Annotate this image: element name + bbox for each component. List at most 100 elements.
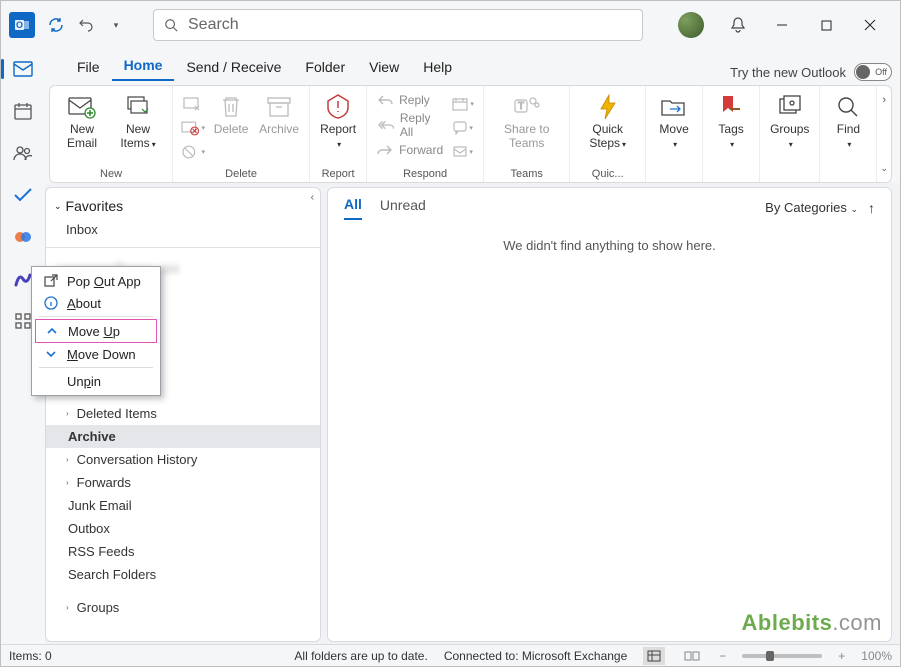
ignore-icon[interactable] [181, 94, 205, 114]
meeting-icon[interactable]: ▾ [451, 94, 475, 114]
view-normal-icon[interactable] [643, 647, 665, 665]
ctx-move-down[interactable]: Move Down [35, 343, 157, 365]
rail-people-icon[interactable] [9, 139, 37, 167]
move-button[interactable]: Move▾ [652, 90, 696, 152]
quick-steps-button[interactable]: Quick Steps▾ [576, 90, 639, 152]
ribbon-group-groups: Groups▾ [760, 86, 820, 182]
archive-button[interactable]: Archive [255, 90, 303, 138]
svg-text:T: T [518, 101, 524, 112]
group-label-new: New [100, 166, 122, 180]
new-items-button[interactable]: New Items▾ [110, 90, 166, 152]
forward-button[interactable]: Forward [373, 142, 447, 158]
info-icon [43, 295, 59, 311]
junk-icon[interactable]: ▾ [181, 142, 205, 162]
ribbon-group-move: Move▾ [646, 86, 703, 182]
user-avatar[interactable] [678, 12, 704, 38]
status-connection: Connected to: Microsoft Exchange [444, 649, 627, 663]
nav-groups[interactable]: ›Groups [46, 596, 320, 619]
ribbon-collapse-icon[interactable]: ⌄ [880, 163, 888, 174]
group-label-quick: Quic... [592, 166, 624, 180]
menu-home[interactable]: Home [112, 51, 175, 81]
im-icon[interactable]: ▾ [451, 118, 475, 138]
reply-all-button[interactable]: Reply All [373, 110, 447, 140]
zoom-in-button[interactable]: + [838, 649, 845, 663]
reply-all-label: Reply All [400, 111, 443, 139]
nav-archive[interactable]: Archive [46, 425, 320, 448]
groups-button[interactable]: Groups▾ [766, 90, 813, 152]
ctx-move-up[interactable]: Move Up [35, 319, 157, 343]
ctx-unpin[interactable]: Unpin [35, 370, 157, 392]
sort-direction-icon[interactable]: ↑ [868, 200, 875, 216]
rail-calendar-icon[interactable] [9, 97, 37, 125]
close-button[interactable] [848, 5, 892, 45]
body-area: ‹ ⌄Favorites Inbox xxxxxxxx@xxxx.xxx ›De… [45, 187, 892, 642]
nav-outbox[interactable]: Outbox [46, 517, 320, 540]
tab-unread[interactable]: Unread [380, 197, 426, 219]
cleanup-icon[interactable]: ▾ [181, 118, 205, 138]
zoom-level[interactable]: 100% [861, 649, 892, 663]
zoom-out-button[interactable]: − [719, 649, 726, 663]
ribbon-group-delete: ▾ ▾ Delete Archive Delete [173, 86, 310, 182]
group-label-respond: Respond [403, 166, 447, 180]
notifications-icon[interactable] [716, 5, 760, 45]
reading-pane: All Unread By Categories ⌄ ↑ We didn't f… [327, 187, 892, 642]
ribbon-container: New Email New Items▾ New ▾ ▾ Delete Arch… [1, 81, 900, 183]
nav-rss[interactable]: RSS Feeds [46, 540, 320, 563]
qat-dropdown-icon[interactable]: ▾ [103, 12, 129, 38]
rail-copilot-icon[interactable] [9, 223, 37, 251]
ribbon-group-find: Find▾ [820, 86, 876, 182]
zoom-slider[interactable] [742, 654, 822, 658]
nav-inbox[interactable]: Inbox [46, 218, 320, 241]
ribbon-group-report: Report▾ Report [310, 86, 367, 182]
favorites-section[interactable]: ⌄Favorites [46, 194, 320, 218]
report-button[interactable]: Report▾ [316, 90, 360, 152]
try-new-outlook-toggle[interactable]: Off [854, 63, 892, 81]
search-placeholder: Search [188, 16, 239, 34]
new-email-button[interactable]: New Email [56, 90, 108, 152]
menu-folder[interactable]: Folder [293, 53, 357, 81]
arrange-by-button[interactable]: By Categories ⌄ [765, 200, 858, 215]
nav-search-folders[interactable]: Search Folders [46, 563, 320, 586]
ribbon-group-teams: T Share to Teams Teams [484, 86, 570, 182]
more-respond-icon[interactable]: ▾ [451, 142, 475, 162]
new-items-label: New Items▾ [114, 122, 162, 150]
tags-label: Tags▾ [718, 122, 743, 150]
menu-help[interactable]: Help [411, 53, 464, 81]
nav-forwards[interactable]: ›Forwards [46, 471, 320, 494]
maximize-button[interactable] [804, 5, 848, 45]
nav-conversation-history[interactable]: ›Conversation History [46, 448, 320, 471]
new-email-label: New Email [60, 122, 104, 150]
search-box[interactable]: Search [153, 9, 643, 41]
rail-mail-icon[interactable] [9, 55, 37, 83]
ribbon-scroll-right-icon[interactable]: › [882, 94, 886, 106]
ribbon-group-new: New Email New Items▾ New [50, 86, 173, 182]
toggle-off-label: Off [875, 67, 887, 77]
menu-file[interactable]: File [65, 53, 112, 81]
delete-button[interactable]: Delete [209, 90, 253, 138]
ctx-about[interactable]: About [35, 292, 157, 314]
status-item-count: Items: 0 [9, 649, 52, 663]
outlook-icon: O [9, 12, 35, 38]
reply-button[interactable]: Reply [373, 92, 447, 108]
rail-todo-icon[interactable] [9, 181, 37, 209]
share-teams-button[interactable]: T Share to Teams [490, 90, 563, 152]
nav-deleted-items[interactable]: ›Deleted Items [46, 402, 320, 425]
ctx-pop-out-app[interactable]: Pop Out App [35, 270, 157, 292]
tab-all[interactable]: All [344, 196, 362, 220]
navpane-collapse-icon[interactable]: ‹ [311, 192, 314, 203]
view-reading-icon[interactable] [681, 647, 703, 665]
status-bar: Items: 0 All folders are up to date. Con… [1, 644, 900, 666]
undo-icon[interactable] [73, 12, 99, 38]
minimize-button[interactable] [760, 5, 804, 45]
svg-text:O: O [16, 20, 23, 30]
group-label-report: Report [322, 166, 355, 180]
find-button[interactable]: Find▾ [826, 90, 870, 152]
tags-button[interactable]: Tags▾ [709, 90, 753, 152]
nav-junk[interactable]: Junk Email [46, 494, 320, 517]
menu-send-receive[interactable]: Send / Receive [174, 53, 293, 81]
navigation-pane: ‹ ⌄Favorites Inbox xxxxxxxx@xxxx.xxx ›De… [45, 187, 321, 642]
search-icon [164, 18, 178, 32]
menu-view[interactable]: View [357, 53, 411, 81]
delete-label: Delete [214, 122, 249, 136]
refresh-icon[interactable] [43, 12, 69, 38]
